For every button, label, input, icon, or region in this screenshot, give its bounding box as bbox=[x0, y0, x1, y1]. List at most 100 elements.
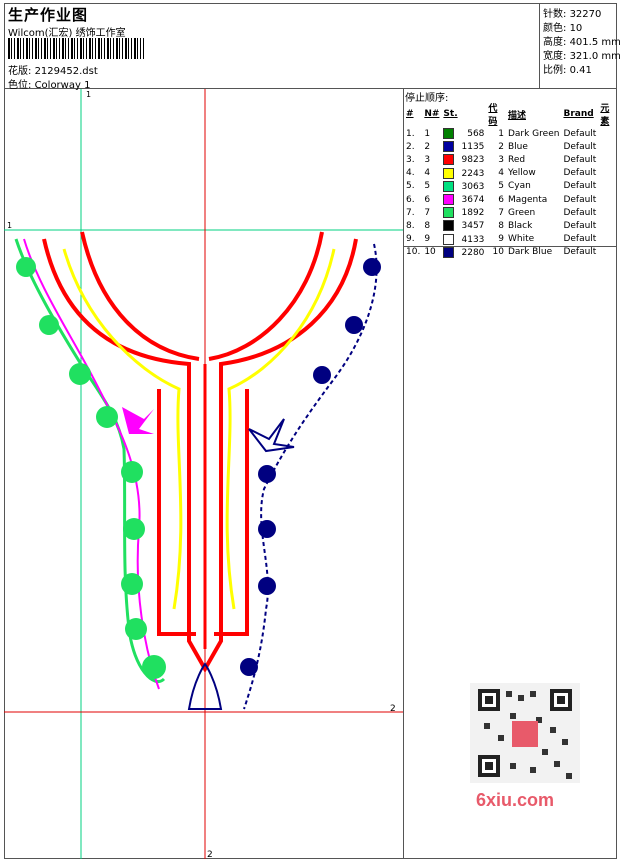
color-row: 1. 1 568 1 Dark Green Default bbox=[404, 127, 617, 140]
row-brand: Default bbox=[563, 234, 597, 245]
row-stitches-cell: 2280 bbox=[441, 246, 486, 259]
row-code: 6 bbox=[498, 194, 504, 205]
color-swatch bbox=[443, 194, 455, 206]
row-stitches: 568 bbox=[467, 129, 485, 140]
color-swatch bbox=[443, 180, 455, 192]
row-brand: Default bbox=[563, 220, 597, 231]
row-index: 3. bbox=[406, 154, 415, 165]
row-number: 8 bbox=[424, 220, 431, 231]
green-dot bbox=[69, 363, 91, 385]
color-swatch bbox=[443, 167, 455, 179]
green-dot bbox=[121, 573, 143, 595]
row-element bbox=[598, 246, 617, 259]
row-brand: Default bbox=[563, 247, 597, 258]
row-description: Green bbox=[507, 207, 536, 218]
stop-sequence-panel: 停止顺序: # N# St. 代码 描述 Brand 元素 1. 1 568 1 Dar… bbox=[404, 89, 617, 258]
green-dot bbox=[96, 406, 118, 428]
row-stitches-cell: 3674 bbox=[441, 193, 486, 206]
blue-flower bbox=[363, 258, 381, 276]
row-description: White bbox=[507, 234, 535, 245]
color-row: 6. 6 3674 6 Magenta Default bbox=[404, 193, 617, 206]
row-description: Cyan bbox=[507, 181, 531, 192]
row-index: 5. bbox=[406, 181, 415, 192]
green-dot bbox=[39, 315, 59, 335]
green-dot bbox=[125, 618, 147, 640]
row-brand: Default bbox=[563, 154, 597, 165]
row-stitches-cell: 9823 bbox=[441, 153, 486, 166]
qr-code bbox=[470, 683, 580, 783]
barcode bbox=[8, 38, 144, 59]
row-number: 9 bbox=[424, 234, 431, 245]
row-brand: Default bbox=[563, 128, 597, 139]
blue-flower bbox=[258, 577, 276, 595]
row-code: 1 bbox=[498, 128, 504, 139]
col-number: N# bbox=[424, 109, 440, 119]
row-number: 2 bbox=[424, 141, 431, 152]
watermark-logo: 6xiu.com bbox=[476, 790, 555, 810]
guide-label-bottom: 2 bbox=[207, 850, 213, 859]
row-number: 1 bbox=[424, 128, 431, 139]
stat-height: 高度: 401.5 mm bbox=[543, 37, 620, 48]
blue-flower bbox=[313, 366, 331, 384]
color-row: 4. 4 2243 4 Yellow Default bbox=[404, 167, 617, 180]
row-number: 10 bbox=[424, 247, 436, 258]
row-element bbox=[598, 233, 617, 246]
row-stitches: 3674 bbox=[461, 195, 485, 206]
row-stitches-cell: 2243 bbox=[441, 167, 486, 180]
color-swatch bbox=[443, 128, 455, 140]
row-stitches: 9823 bbox=[461, 155, 485, 166]
color-table: # N# St. 代码 描述 Brand 元素 1. 1 568 1 Dark Gree… bbox=[404, 101, 617, 259]
row-stitches: 3063 bbox=[461, 181, 485, 192]
col-element: 元素 bbox=[600, 104, 610, 127]
row-element bbox=[598, 180, 617, 193]
blue-flower bbox=[258, 465, 276, 483]
row-stitches: 2243 bbox=[461, 168, 485, 179]
col-description: 描述 bbox=[507, 110, 526, 121]
row-stitches-cell: 3063 bbox=[441, 180, 486, 193]
color-swatch bbox=[443, 154, 455, 166]
row-description: Black bbox=[507, 220, 533, 231]
color-row: 10. 10 2280 10 Dark Blue Default bbox=[404, 246, 617, 259]
color-row: 7. 7 1892 7 Green Default bbox=[404, 206, 617, 219]
yoke-outline bbox=[42, 231, 358, 674]
color-row: 3. 3 9823 3 Red Default bbox=[404, 153, 617, 166]
green-dot bbox=[142, 655, 166, 679]
blue-flower bbox=[258, 520, 276, 538]
color-swatch bbox=[443, 246, 455, 258]
design-file-line: 花版: 2129452.dst bbox=[8, 62, 98, 77]
row-description: Dark Blue bbox=[507, 247, 553, 258]
green-dot bbox=[121, 461, 143, 483]
row-index: 6. bbox=[406, 194, 415, 205]
row-brand: Default bbox=[563, 168, 597, 179]
row-code: 7 bbox=[498, 207, 504, 218]
row-element bbox=[598, 140, 617, 153]
page-title: 生产作业图 bbox=[8, 6, 89, 24]
row-number: 7 bbox=[424, 207, 431, 218]
color-row: 5. 5 3063 5 Cyan Default bbox=[404, 180, 617, 193]
row-index: 7. bbox=[406, 207, 415, 218]
col-index: # bbox=[406, 109, 414, 119]
col-code: 代码 bbox=[488, 104, 498, 127]
row-stitches-cell: 3457 bbox=[441, 219, 486, 232]
row-stitches-cell: 4133 bbox=[441, 233, 486, 246]
row-element bbox=[598, 127, 617, 140]
col-brand: Brand bbox=[563, 109, 594, 119]
color-swatch bbox=[443, 220, 455, 232]
guide-label-top: 1 bbox=[86, 90, 91, 99]
left-vine bbox=[14, 238, 166, 690]
row-stitches-cell: 1135 bbox=[441, 140, 486, 153]
row-index: 2. bbox=[406, 141, 415, 152]
stat-stitches: 针数: 32270 bbox=[543, 9, 602, 20]
blue-flower bbox=[345, 316, 363, 334]
row-index: 10. bbox=[406, 247, 421, 258]
row-index: 9. bbox=[406, 234, 415, 245]
blue-leaf bbox=[248, 418, 295, 453]
row-stitches: 1135 bbox=[461, 142, 485, 153]
row-code: 2 bbox=[498, 141, 504, 152]
color-swatch bbox=[443, 233, 455, 245]
row-description: Dark Green bbox=[507, 128, 560, 139]
row-brand: Default bbox=[563, 194, 597, 205]
row-description: Blue bbox=[507, 141, 528, 152]
blue-flower bbox=[240, 658, 258, 676]
row-number: 6 bbox=[424, 194, 431, 205]
